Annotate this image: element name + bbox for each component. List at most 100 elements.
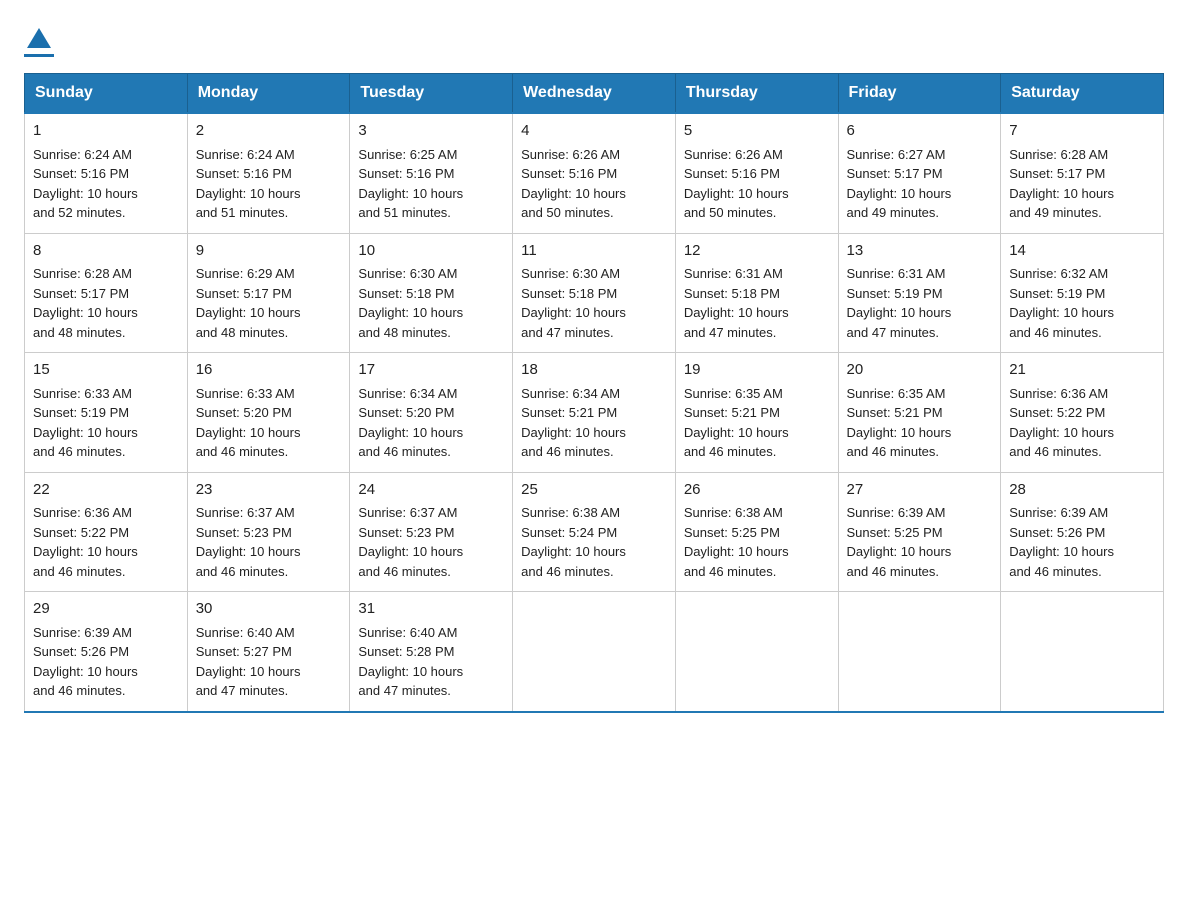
day-sunrise: Sunrise: 6:36 AM xyxy=(1009,386,1108,401)
column-header-thursday: Thursday xyxy=(675,74,838,114)
logo-text xyxy=(24,24,54,52)
day-sunrise: Sunrise: 6:37 AM xyxy=(196,505,295,520)
calendar-cell: 6 Sunrise: 6:27 AM Sunset: 5:17 PM Dayli… xyxy=(838,113,1001,233)
logo xyxy=(24,24,54,57)
day-daylight: Daylight: 10 hours xyxy=(358,544,463,559)
day-daylight: Daylight: 10 hours xyxy=(196,425,301,440)
calendar-cell: 15 Sunrise: 6:33 AM Sunset: 5:19 PM Dayl… xyxy=(25,353,188,473)
day-daylight-minutes: and 46 minutes. xyxy=(358,564,451,579)
calendar-cell: 22 Sunrise: 6:36 AM Sunset: 5:22 PM Dayl… xyxy=(25,472,188,592)
calendar-cell: 20 Sunrise: 6:35 AM Sunset: 5:21 PM Dayl… xyxy=(838,353,1001,473)
day-sunset: Sunset: 5:25 PM xyxy=(684,525,780,540)
day-daylight: Daylight: 10 hours xyxy=(33,186,138,201)
day-daylight-minutes: and 46 minutes. xyxy=(196,444,289,459)
day-daylight: Daylight: 10 hours xyxy=(1009,305,1114,320)
day-daylight: Daylight: 10 hours xyxy=(196,544,301,559)
day-sunrise: Sunrise: 6:27 AM xyxy=(847,147,946,162)
day-number: 12 xyxy=(684,240,830,263)
day-sunset: Sunset: 5:21 PM xyxy=(521,405,617,420)
day-daylight-minutes: and 47 minutes. xyxy=(684,325,777,340)
day-number: 19 xyxy=(684,359,830,382)
day-sunset: Sunset: 5:22 PM xyxy=(1009,405,1105,420)
day-daylight: Daylight: 10 hours xyxy=(847,425,952,440)
day-sunset: Sunset: 5:19 PM xyxy=(33,405,129,420)
day-daylight: Daylight: 10 hours xyxy=(196,186,301,201)
day-daylight-minutes: and 46 minutes. xyxy=(1009,325,1102,340)
calendar-cell: 28 Sunrise: 6:39 AM Sunset: 5:26 PM Dayl… xyxy=(1001,472,1164,592)
calendar-week-row: 29 Sunrise: 6:39 AM Sunset: 5:26 PM Dayl… xyxy=(25,592,1164,712)
day-number: 20 xyxy=(847,359,993,382)
day-daylight-minutes: and 46 minutes. xyxy=(684,444,777,459)
day-sunrise: Sunrise: 6:38 AM xyxy=(521,505,620,520)
day-sunset: Sunset: 5:24 PM xyxy=(521,525,617,540)
calendar-cell: 3 Sunrise: 6:25 AM Sunset: 5:16 PM Dayli… xyxy=(350,113,513,233)
column-header-saturday: Saturday xyxy=(1001,74,1164,114)
calendar-cell: 23 Sunrise: 6:37 AM Sunset: 5:23 PM Dayl… xyxy=(187,472,350,592)
day-sunrise: Sunrise: 6:24 AM xyxy=(196,147,295,162)
day-sunrise: Sunrise: 6:37 AM xyxy=(358,505,457,520)
day-daylight: Daylight: 10 hours xyxy=(521,425,626,440)
calendar-cell: 1 Sunrise: 6:24 AM Sunset: 5:16 PM Dayli… xyxy=(25,113,188,233)
calendar-cell: 7 Sunrise: 6:28 AM Sunset: 5:17 PM Dayli… xyxy=(1001,113,1164,233)
day-sunset: Sunset: 5:19 PM xyxy=(1009,286,1105,301)
day-daylight: Daylight: 10 hours xyxy=(196,305,301,320)
day-daylight-minutes: and 48 minutes. xyxy=(196,325,289,340)
day-number: 15 xyxy=(33,359,179,382)
day-sunset: Sunset: 5:27 PM xyxy=(196,644,292,659)
day-daylight: Daylight: 10 hours xyxy=(521,544,626,559)
day-sunrise: Sunrise: 6:40 AM xyxy=(358,625,457,640)
calendar-cell: 30 Sunrise: 6:40 AM Sunset: 5:27 PM Dayl… xyxy=(187,592,350,712)
day-daylight: Daylight: 10 hours xyxy=(684,186,789,201)
day-sunset: Sunset: 5:18 PM xyxy=(521,286,617,301)
calendar-week-row: 1 Sunrise: 6:24 AM Sunset: 5:16 PM Dayli… xyxy=(25,113,1164,233)
logo-triangle-icon xyxy=(25,24,53,52)
day-daylight-minutes: and 52 minutes. xyxy=(33,205,126,220)
calendar-cell: 9 Sunrise: 6:29 AM Sunset: 5:17 PM Dayli… xyxy=(187,233,350,353)
calendar-cell xyxy=(513,592,676,712)
day-daylight-minutes: and 46 minutes. xyxy=(196,564,289,579)
day-daylight-minutes: and 46 minutes. xyxy=(1009,444,1102,459)
day-daylight-minutes: and 46 minutes. xyxy=(521,564,614,579)
day-daylight: Daylight: 10 hours xyxy=(358,425,463,440)
day-sunrise: Sunrise: 6:28 AM xyxy=(1009,147,1108,162)
day-sunrise: Sunrise: 6:39 AM xyxy=(33,625,132,640)
day-daylight-minutes: and 49 minutes. xyxy=(1009,205,1102,220)
day-sunrise: Sunrise: 6:33 AM xyxy=(196,386,295,401)
day-number: 17 xyxy=(358,359,504,382)
day-daylight: Daylight: 10 hours xyxy=(684,544,789,559)
column-header-friday: Friday xyxy=(838,74,1001,114)
day-sunrise: Sunrise: 6:32 AM xyxy=(1009,266,1108,281)
day-sunset: Sunset: 5:21 PM xyxy=(847,405,943,420)
day-daylight: Daylight: 10 hours xyxy=(33,305,138,320)
calendar-cell: 14 Sunrise: 6:32 AM Sunset: 5:19 PM Dayl… xyxy=(1001,233,1164,353)
day-sunset: Sunset: 5:17 PM xyxy=(196,286,292,301)
day-sunset: Sunset: 5:23 PM xyxy=(358,525,454,540)
day-sunrise: Sunrise: 6:39 AM xyxy=(1009,505,1108,520)
calendar-cell xyxy=(1001,592,1164,712)
calendar-cell: 5 Sunrise: 6:26 AM Sunset: 5:16 PM Dayli… xyxy=(675,113,838,233)
day-daylight-minutes: and 50 minutes. xyxy=(684,205,777,220)
day-daylight-minutes: and 46 minutes. xyxy=(358,444,451,459)
day-daylight: Daylight: 10 hours xyxy=(1009,425,1114,440)
calendar-cell: 17 Sunrise: 6:34 AM Sunset: 5:20 PM Dayl… xyxy=(350,353,513,473)
day-sunrise: Sunrise: 6:28 AM xyxy=(33,266,132,281)
day-sunset: Sunset: 5:21 PM xyxy=(684,405,780,420)
calendar-cell: 29 Sunrise: 6:39 AM Sunset: 5:26 PM Dayl… xyxy=(25,592,188,712)
day-sunset: Sunset: 5:25 PM xyxy=(847,525,943,540)
day-sunset: Sunset: 5:16 PM xyxy=(684,166,780,181)
day-daylight: Daylight: 10 hours xyxy=(521,186,626,201)
day-sunset: Sunset: 5:18 PM xyxy=(358,286,454,301)
calendar-cell: 16 Sunrise: 6:33 AM Sunset: 5:20 PM Dayl… xyxy=(187,353,350,473)
day-number: 16 xyxy=(196,359,342,382)
day-number: 7 xyxy=(1009,120,1155,143)
day-sunrise: Sunrise: 6:26 AM xyxy=(521,147,620,162)
day-daylight: Daylight: 10 hours xyxy=(684,305,789,320)
day-sunset: Sunset: 5:16 PM xyxy=(196,166,292,181)
day-number: 24 xyxy=(358,479,504,502)
calendar-week-row: 15 Sunrise: 6:33 AM Sunset: 5:19 PM Dayl… xyxy=(25,353,1164,473)
day-daylight: Daylight: 10 hours xyxy=(33,425,138,440)
day-sunrise: Sunrise: 6:30 AM xyxy=(358,266,457,281)
calendar-cell: 19 Sunrise: 6:35 AM Sunset: 5:21 PM Dayl… xyxy=(675,353,838,473)
column-header-wednesday: Wednesday xyxy=(513,74,676,114)
calendar-cell xyxy=(838,592,1001,712)
